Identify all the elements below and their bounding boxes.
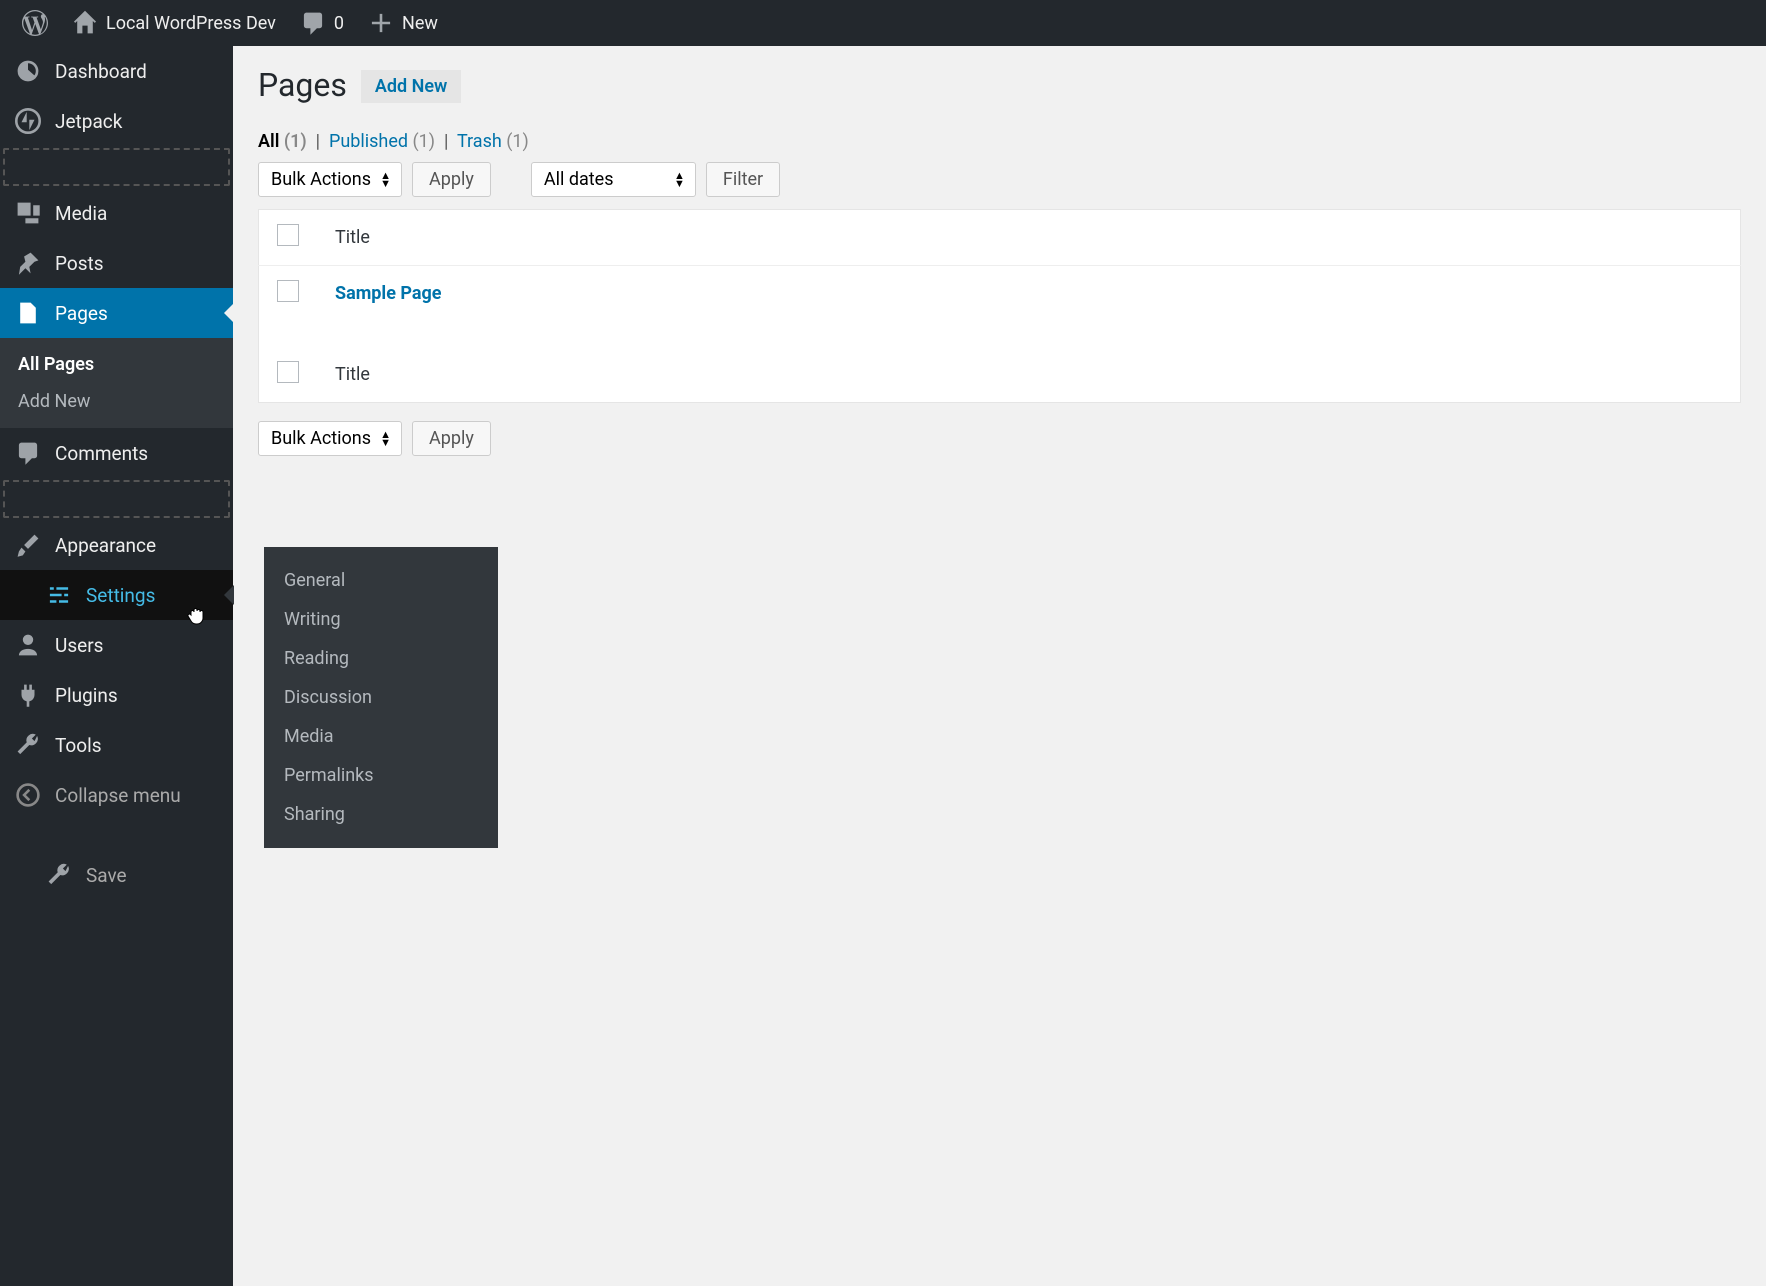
settings-label: Settings: [86, 584, 155, 607]
select-all-checkbox-bottom[interactable]: [277, 361, 299, 383]
posts-label: Posts: [55, 252, 104, 275]
select-arrows-icon: ▲▼: [674, 172, 685, 188]
page-title: Pages: [258, 66, 347, 104]
admin-bar: Local WordPress Dev 0 New: [0, 0, 1766, 46]
tools-label: Tools: [55, 734, 102, 757]
jetpack-label: Jetpack: [55, 110, 122, 133]
tablenav-bottom: Bulk Actions ▲▼ Apply: [258, 421, 1741, 456]
sidebar-item-dashboard[interactable]: Dashboard: [0, 46, 233, 96]
plus-icon: [368, 10, 394, 36]
new-label: New: [402, 13, 438, 34]
select-all-checkbox[interactable]: [277, 224, 299, 246]
date-filter-select[interactable]: All dates ▲▼: [531, 162, 696, 197]
sidebar-item-tools[interactable]: Tools: [0, 720, 233, 770]
menu-drop-zone: [3, 480, 230, 518]
filter-button[interactable]: Filter: [706, 162, 780, 197]
comments-label: Comments: [55, 442, 148, 465]
new-content-link[interactable]: New: [356, 0, 450, 46]
wrench-icon: [46, 862, 72, 888]
save-label: Save: [86, 864, 127, 887]
pages-submenu: All Pages Add New: [0, 338, 233, 428]
comment-count: 0: [334, 13, 344, 34]
media-icon: [15, 200, 41, 226]
sidebar-item-posts[interactable]: Posts: [0, 238, 233, 288]
sidebar-item-save[interactable]: Save: [0, 850, 233, 900]
comments-link[interactable]: 0: [288, 0, 356, 46]
jetpack-icon: [15, 108, 41, 134]
sidebar-item-media[interactable]: Media: [0, 188, 233, 238]
row-title-link[interactable]: Sample Page: [335, 283, 442, 304]
submenu-add-new[interactable]: Add New: [0, 383, 233, 420]
comments-icon: [15, 440, 41, 466]
column-title-footer: Title: [317, 347, 1741, 403]
media-label: Media: [55, 202, 107, 225]
sidebar-collapse[interactable]: Collapse menu: [0, 770, 233, 820]
wrench-icon: [15, 732, 41, 758]
dashboard-icon: [15, 58, 41, 84]
sidebar-item-appearance[interactable]: Appearance: [0, 520, 233, 570]
wp-logo[interactable]: [10, 0, 60, 46]
bulk-actions-select-bottom[interactable]: Bulk Actions ▲▼: [258, 421, 402, 456]
brush-icon: [15, 532, 41, 558]
sidebar-item-users[interactable]: Users: [0, 620, 233, 670]
home-icon: [72, 10, 98, 36]
apply-button-bottom[interactable]: Apply: [412, 421, 491, 456]
add-new-button[interactable]: Add New: [361, 70, 461, 103]
pin-icon: [15, 250, 41, 276]
pages-label: Pages: [55, 302, 108, 325]
column-title[interactable]: Title: [317, 210, 1741, 266]
wordpress-icon: [22, 10, 48, 36]
filter-trash[interactable]: Trash (1): [457, 131, 529, 152]
plugins-label: Plugins: [55, 684, 118, 707]
row-checkbox[interactable]: [277, 280, 299, 302]
tablenav-top: Bulk Actions ▲▼ Apply All dates ▲▼ Filte…: [258, 162, 1741, 197]
sidebar-item-jetpack[interactable]: Jetpack: [0, 96, 233, 146]
apply-button[interactable]: Apply: [412, 162, 491, 197]
page-icon: [15, 300, 41, 326]
status-filters: All (1) | Published (1) | Trash (1): [258, 131, 1741, 152]
pages-table: Title Sample Page Title: [258, 209, 1741, 403]
appearance-label: Appearance: [55, 534, 156, 557]
filter-all[interactable]: All (1): [258, 131, 307, 152]
select-arrows-icon: ▲▼: [380, 172, 391, 188]
dashboard-label: Dashboard: [55, 60, 147, 83]
main-content: Pages Add New All (1) | Published (1) | …: [233, 46, 1766, 1286]
site-name: Local WordPress Dev: [106, 13, 276, 34]
collapse-icon: [15, 782, 41, 808]
table-row: Sample Page: [259, 266, 1741, 348]
menu-drop-zone: [3, 148, 230, 186]
filter-published[interactable]: Published (1): [329, 131, 435, 152]
sidebar-item-comments[interactable]: Comments: [0, 428, 233, 478]
sidebar-item-pages[interactable]: Pages: [0, 288, 233, 338]
site-link[interactable]: Local WordPress Dev: [60, 0, 288, 46]
collapse-label: Collapse menu: [55, 784, 181, 807]
submenu-all-pages[interactable]: All Pages: [0, 346, 233, 383]
admin-sidebar: Dashboard Jetpack Media Posts Pages All …: [0, 46, 233, 1286]
comment-icon: [300, 10, 326, 36]
user-icon: [15, 632, 41, 658]
bulk-actions-select[interactable]: Bulk Actions ▲▼: [258, 162, 402, 197]
sliders-icon: [46, 582, 72, 608]
users-label: Users: [55, 634, 103, 657]
plug-icon: [15, 682, 41, 708]
sidebar-item-plugins[interactable]: Plugins: [0, 670, 233, 720]
select-arrows-icon: ▲▼: [380, 431, 391, 447]
grab-cursor-icon: [185, 603, 209, 627]
